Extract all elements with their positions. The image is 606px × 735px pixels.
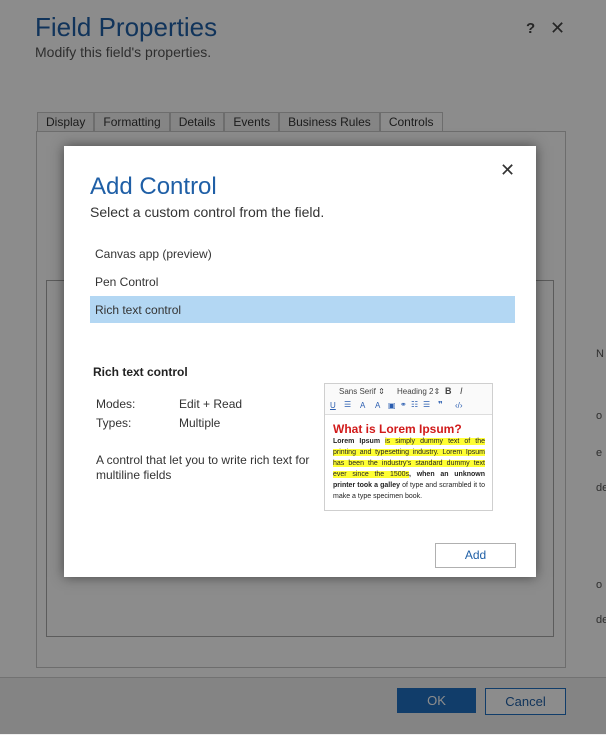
option-label: Canvas app (preview) <box>95 247 212 261</box>
add-button-label: Add <box>464 548 487 562</box>
align-icon: ☰ <box>344 400 352 409</box>
bold-icon: B <box>445 386 452 396</box>
code-icon: ‹/› <box>455 401 463 410</box>
control-option-canvas-app[interactable]: Canvas app (preview) <box>90 240 515 267</box>
add-control-dialog: ✕ Add Control Select a custom control fr… <box>64 146 536 577</box>
image-icon: ▣ <box>388 401 396 410</box>
highlight-icon: A <box>375 401 381 410</box>
font-select: Sans Serif ⇕ <box>339 387 385 396</box>
add-button[interactable]: Add <box>435 543 516 568</box>
control-description: A control that let you to write rich tex… <box>96 453 310 482</box>
preview-body: Lorem Ipsum is simply dummy text of the … <box>333 436 486 502</box>
option-label: Pen Control <box>95 275 159 289</box>
modal-title: Add Control <box>90 173 217 200</box>
italic-icon: I <box>460 386 463 396</box>
modes-label: Modes: <box>96 397 136 411</box>
control-name: Rich text control <box>93 365 188 379</box>
preview-heading: What is Lorem Ipsum? <box>333 422 462 436</box>
ordered-list-icon: ☷ <box>411 400 419 409</box>
bullet-list-icon: ☰ <box>423 400 431 409</box>
link-icon: ⚭ <box>400 400 407 409</box>
control-option-pen-control[interactable]: Pen Control <box>90 268 515 295</box>
quote-icon: ❞ <box>438 400 443 409</box>
control-preview-image: Sans Serif ⇕ Heading 2⇕ B I U ☰ A A ▣ ⚭ … <box>324 383 493 511</box>
modal-subtitle: Select a custom control from the field. <box>90 204 325 220</box>
modes-value: Edit + Read <box>179 397 243 411</box>
heading-select: Heading 2⇕ <box>397 387 441 396</box>
preview-bold-text: Lorem Ipsum <box>333 438 381 445</box>
close-icon[interactable]: ✕ <box>500 160 515 181</box>
preview-toolbar: Sans Serif ⇕ Heading 2⇕ B I U ☰ A A ▣ ⚭ … <box>325 384 492 415</box>
control-option-rich-text[interactable]: Rich text control <box>90 296 515 323</box>
option-label: Rich text control <box>95 303 182 317</box>
types-label: Types: <box>96 416 132 430</box>
types-value: Multiple <box>179 416 221 430</box>
underline-icon: U <box>330 401 336 410</box>
font-color-icon: A <box>360 401 366 410</box>
